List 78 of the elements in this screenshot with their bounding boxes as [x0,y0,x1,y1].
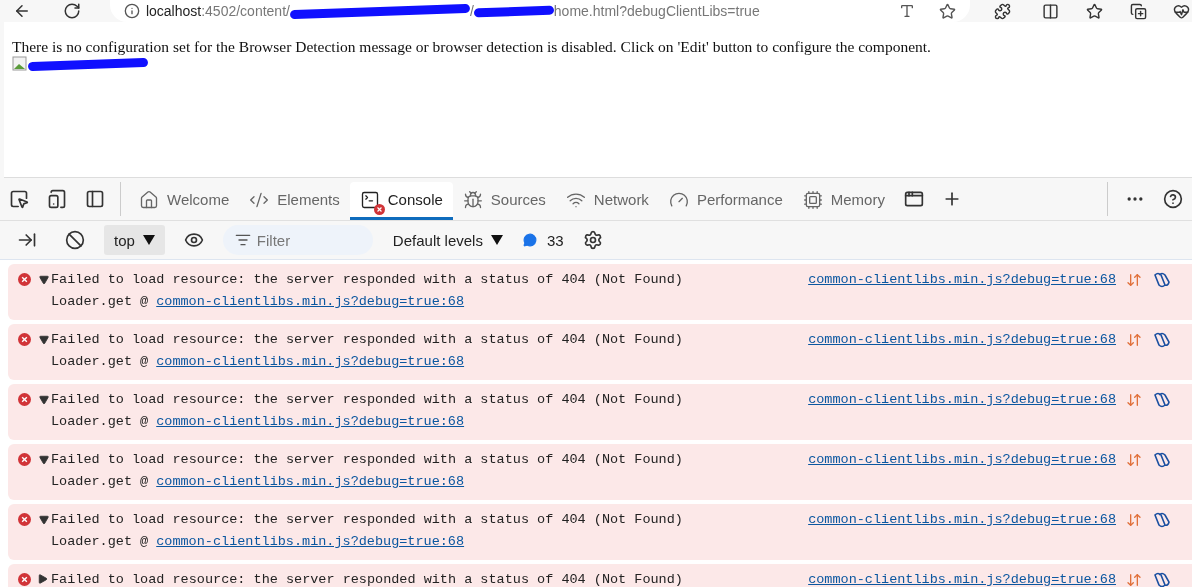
message-text: Failed to load resource: the server responded with a status of 404 (Not Found) [51,572,683,587]
expand-triangle-icon[interactable] [37,274,49,285]
message-text: Failed to load resource: the server responded with a status of 404 (Not Found) [51,272,683,287]
message-text: Failed to load resource: the server responded with a status of 404 (Not Found) [51,512,683,527]
url-text: localhost [145,3,202,19]
error-icon [18,333,31,346]
devtools-tab[interactable]: Elements [239,182,350,220]
arrow-circle-icon[interactable] [1126,331,1142,348]
devtools-tab[interactable]: Sources [452,182,556,220]
source-link[interactable]: common-clientlibs.min.js?debug=true:68 [808,572,1116,587]
message-count: 33 [546,231,564,249]
info-icon [123,3,140,19]
welcome-icon [139,189,159,210]
stack-link[interactable]: common-clientlibs.min.js?debug=true:68 [156,414,465,429]
expand-triangle-icon[interactable] [38,573,48,586]
expand-triangle-icon[interactable] [37,514,49,525]
stack-link[interactable]: common-clientlibs.min.js?debug=true:68 [156,354,465,369]
copilot-icon[interactable] [1152,451,1170,468]
source-link[interactable]: common-clientlibs.min.js?debug=true:68 [808,392,1116,407]
error-icon [18,573,31,586]
console-icon [359,189,380,210]
devtools-tab[interactable]: Memory [792,182,895,220]
source-link[interactable]: common-clientlibs.min.js?debug=true:68 [808,272,1116,287]
stack-link[interactable]: common-clientlibs.min.js?debug=true:68 [156,474,465,489]
caret-icon [142,235,155,245]
error-icon [18,453,31,466]
source-link[interactable]: common-clientlibs.min.js?debug=true:68 [808,452,1116,467]
error-icon [18,393,31,406]
copilot-icon[interactable] [1152,271,1170,288]
collections-icon[interactable] [1128,1,1148,21]
arrow-circle-icon[interactable] [1126,271,1142,288]
split-screen-icon[interactable] [1040,1,1061,21]
read-aloud-icon[interactable] [899,3,916,19]
url-text: / [469,3,474,19]
message-text: Failed to load resource: the server responded with a status of 404 (Not Found) [51,452,683,467]
copilot-icon[interactable] [1152,331,1170,348]
stack-function: Loader.get @ [51,354,149,369]
copilot-icon[interactable] [1152,571,1170,587]
message-text: Failed to load resource: the server responded with a status of 404 (Not Found) [51,332,683,347]
error-icon [18,273,31,286]
stack-link[interactable]: common-clientlibs.min.js?debug=true:68 [156,534,465,549]
broken-image-icon [12,56,28,72]
stack-function: Loader.get @ [51,414,149,429]
arrow-circle-icon[interactable] [1126,571,1142,587]
stack-function: Loader.get @ [51,534,149,549]
copilot-icon[interactable] [1152,511,1170,528]
memory-icon [802,189,823,210]
caret-icon [490,235,503,245]
error-icon [18,513,31,526]
devtools-tab[interactable]: Performance [658,182,793,220]
arrow-circle-icon[interactable] [1126,391,1142,408]
sources-icon [462,189,483,210]
devtools-tab[interactable]: Console [349,182,453,220]
filter-field[interactable]: Filter [222,225,373,255]
favorites-icon[interactable] [1084,1,1105,21]
url-text: home.html?debugClientLibs=true [553,3,760,19]
url-text: :4502/content/ [201,3,290,19]
expand-triangle-icon[interactable] [37,334,49,345]
puzzle-icon[interactable] [992,1,1013,21]
source-link[interactable]: common-clientlibs.min.js?debug=true:68 [808,512,1116,527]
copilot-icon[interactable] [1152,391,1170,408]
address-bar[interactable]: localhost:4502/content/ / home.html?debugClientLibs=true [109,0,971,22]
devtools-tab[interactable]: Welcome [129,182,240,220]
arrow-circle-icon[interactable] [1126,511,1142,528]
expand-triangle-icon[interactable] [37,394,49,405]
source-link[interactable]: common-clientlibs.min.js?debug=true:68 [808,332,1116,347]
message-text: Failed to load resource: the server responded with a status of 404 (Not Found) [51,392,683,407]
message-icon [522,233,537,247]
page-message: There is no configuration set for the Browser Detection message or browser detection is disabled. Click on 'Edit' button to configure the component. [12,38,932,56]
context-dropdown[interactable]: top [104,225,165,255]
stack-function: Loader.get @ [51,294,149,309]
stack-link[interactable]: common-clientlibs.min.js?debug=true:68 [156,294,465,309]
arrow-circle-icon[interactable] [1126,451,1142,468]
expand-triangle-icon[interactable] [37,454,49,465]
levels-dropdown[interactable]: Default levels [382,225,513,255]
star-icon[interactable] [939,2,957,20]
devtools-tab[interactable]: Network [555,182,659,220]
stack-function: Loader.get @ [51,474,149,489]
